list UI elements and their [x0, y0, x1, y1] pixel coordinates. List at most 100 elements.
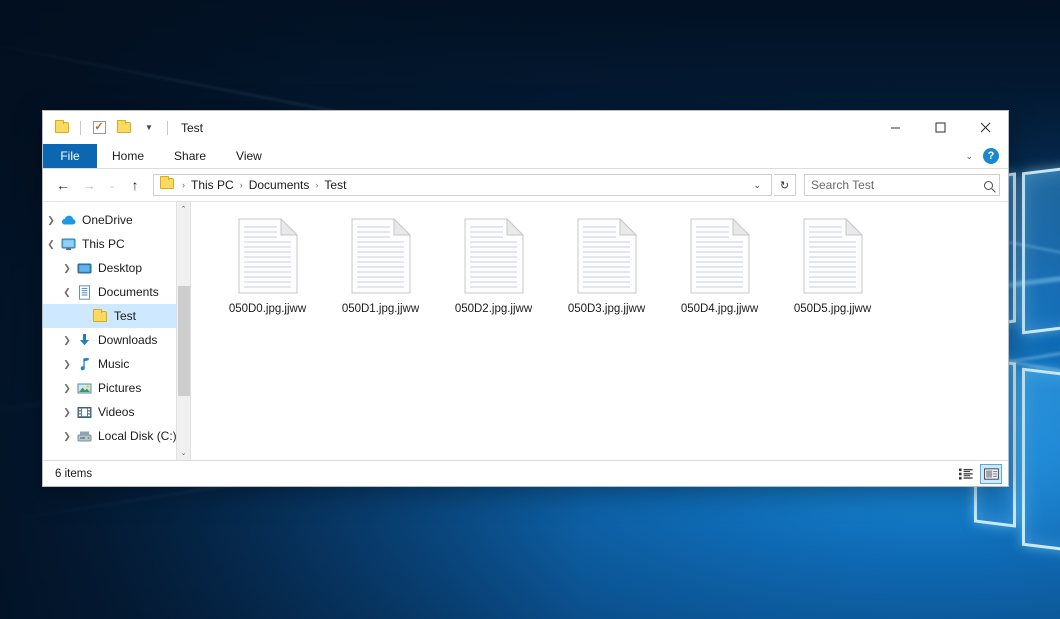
file-name: 050D1.jpg.jjww	[342, 303, 419, 315]
sidebar-item-onedrive[interactable]: ❯ OneDrive	[43, 208, 190, 232]
file-item[interactable]: 050D3.jpg.jjww	[550, 214, 663, 315]
file-explorer-window: ✓ ▼ Test	[42, 110, 1009, 487]
blank-document-icon	[802, 218, 864, 294]
forward-button[interactable]: →	[77, 173, 101, 197]
navigation-pane: ❯ OneDrive ❮ This PC ❯	[43, 202, 191, 460]
sidebar-item-label: Desktop	[98, 261, 142, 275]
tab-share[interactable]: Share	[159, 144, 221, 168]
sidebar-item-label: Pictures	[98, 381, 141, 395]
sidebar-item-documents[interactable]: ❮ Documents	[43, 280, 190, 304]
chevron-down-icon[interactable]: ❮	[59, 287, 75, 298]
tab-file[interactable]: File	[43, 144, 97, 168]
ribbon-tabs: File Home Share View ⌄ ?	[43, 144, 1008, 169]
chevron-placeholder-icon: ❯	[75, 311, 91, 322]
back-button[interactable]: ←	[51, 173, 75, 197]
sidebar-item-label: Music	[98, 357, 129, 371]
tab-home[interactable]: Home	[97, 144, 159, 168]
sidebar-item-test[interactable]: ❯ Test	[43, 304, 190, 328]
sidebar-item-label: Documents	[98, 285, 159, 299]
chevron-down-icon[interactable]: ❮	[43, 239, 59, 250]
search-input[interactable]	[811, 178, 980, 192]
minimize-button[interactable]	[873, 111, 918, 144]
music-icon	[75, 357, 93, 371]
quick-access-toolbar: ✓ ▼	[43, 118, 171, 138]
new-folder-icon[interactable]	[114, 118, 134, 138]
sidebar-item-this-pc[interactable]: ❮ This PC	[43, 232, 190, 256]
window-controls	[873, 111, 1008, 144]
disk-icon	[75, 430, 93, 443]
chevron-right-icon[interactable]: ❯	[59, 359, 75, 370]
chevron-down-icon[interactable]: ▼	[139, 118, 159, 138]
file-item[interactable]: 050D1.jpg.jjww	[324, 214, 437, 315]
chevron-right-icon[interactable]: ❯	[59, 263, 75, 274]
breadcrumb[interactable]: › This PC › Documents › Test ⌄	[153, 174, 772, 196]
help-button[interactable]: ?	[983, 148, 999, 164]
blank-document-icon	[576, 218, 638, 294]
monitor-icon	[59, 238, 77, 251]
scroll-up-icon[interactable]: ⌃	[177, 202, 190, 216]
sidebar-item-label: Videos	[98, 405, 134, 419]
file-item[interactable]: 050D4.jpg.jjww	[663, 214, 776, 315]
expand-ribbon-icon[interactable]: ⌄	[961, 151, 977, 162]
folder-icon	[91, 311, 109, 322]
scroll-down-icon[interactable]: ⌄	[177, 446, 190, 460]
details-view-button[interactable]	[955, 464, 977, 484]
blank-document-icon	[689, 218, 751, 294]
recent-locations-button[interactable]: ⌄	[103, 173, 121, 197]
chevron-right-icon[interactable]: ❯	[59, 383, 75, 394]
picture-icon	[75, 382, 93, 395]
file-name: 050D5.jpg.jjww	[794, 303, 871, 315]
scrollbar-thumb[interactable]	[178, 286, 190, 396]
breadcrumb-item-test[interactable]: Test	[321, 177, 349, 193]
chevron-right-icon[interactable]: ❯	[59, 335, 75, 346]
search-box[interactable]	[804, 174, 1000, 196]
file-name: 050D3.jpg.jjww	[568, 303, 645, 315]
chevron-right-icon[interactable]: ❯	[59, 407, 75, 418]
sidebar-scrollbar[interactable]: ⌃ ⌄	[176, 202, 190, 460]
sidebar-item-label: This PC	[82, 237, 125, 251]
file-name: 050D4.jpg.jjww	[681, 303, 758, 315]
file-grid: 050D0.jpg.jjww 050D1.jpg.jjww	[211, 214, 1008, 315]
breadcrumb-dropdown-icon[interactable]: ⌄	[747, 180, 767, 191]
sidebar-item-pictures[interactable]: ❯ Pictures	[43, 376, 190, 400]
file-item[interactable]: 050D0.jpg.jjww	[211, 214, 324, 315]
view-buttons	[955, 464, 1002, 484]
large-icons-view-button[interactable]	[980, 464, 1002, 484]
file-item[interactable]: 050D2.jpg.jjww	[437, 214, 550, 315]
sidebar-item-music[interactable]: ❯ Music	[43, 352, 190, 376]
sidebar-item-label: OneDrive	[82, 213, 133, 227]
desktop: ✓ ▼ Test	[0, 0, 1060, 619]
explorer-body: ❯ OneDrive ❮ This PC ❯	[43, 201, 1008, 460]
download-icon	[75, 333, 93, 347]
refresh-button[interactable]: ↻	[774, 174, 796, 196]
blank-document-icon	[350, 218, 412, 294]
chevron-right-icon[interactable]: ❯	[59, 431, 75, 442]
breadcrumb-separator: ›	[179, 180, 188, 190]
close-button[interactable]	[963, 111, 1008, 144]
breadcrumb-item-documents[interactable]: Documents	[246, 177, 313, 193]
search-icon	[984, 181, 993, 190]
window-title: Test	[181, 121, 203, 135]
sidebar-item-label: Test	[114, 309, 136, 323]
toolbar-divider	[167, 121, 168, 135]
status-bar: 6 items	[43, 460, 1008, 486]
properties-icon[interactable]: ✓	[89, 118, 109, 138]
tab-view[interactable]: View	[221, 144, 277, 168]
breadcrumb-separator: ›	[237, 180, 246, 190]
sidebar-item-desktop[interactable]: ❯ Desktop	[43, 256, 190, 280]
chevron-right-icon[interactable]: ❯	[43, 215, 59, 226]
breadcrumb-item-this-pc[interactable]: This PC	[188, 177, 237, 193]
folder-icon[interactable]	[52, 118, 72, 138]
file-list-area[interactable]: 050D0.jpg.jjww 050D1.jpg.jjww	[191, 202, 1008, 460]
blank-document-icon	[237, 218, 299, 294]
sidebar-item-local-disk-c[interactable]: ❯ Local Disk (C:)	[43, 424, 190, 448]
item-count-label: 6 items	[55, 468, 92, 480]
breadcrumb-separator: ›	[312, 180, 321, 190]
file-name: 050D0.jpg.jjww	[229, 303, 306, 315]
file-item[interactable]: 050D5.jpg.jjww	[776, 214, 889, 315]
document-icon	[75, 285, 93, 300]
sidebar-item-downloads[interactable]: ❯ Downloads	[43, 328, 190, 352]
sidebar-item-videos[interactable]: ❯ Videos	[43, 400, 190, 424]
maximize-button[interactable]	[918, 111, 963, 144]
up-button[interactable]: ↑	[123, 173, 147, 197]
